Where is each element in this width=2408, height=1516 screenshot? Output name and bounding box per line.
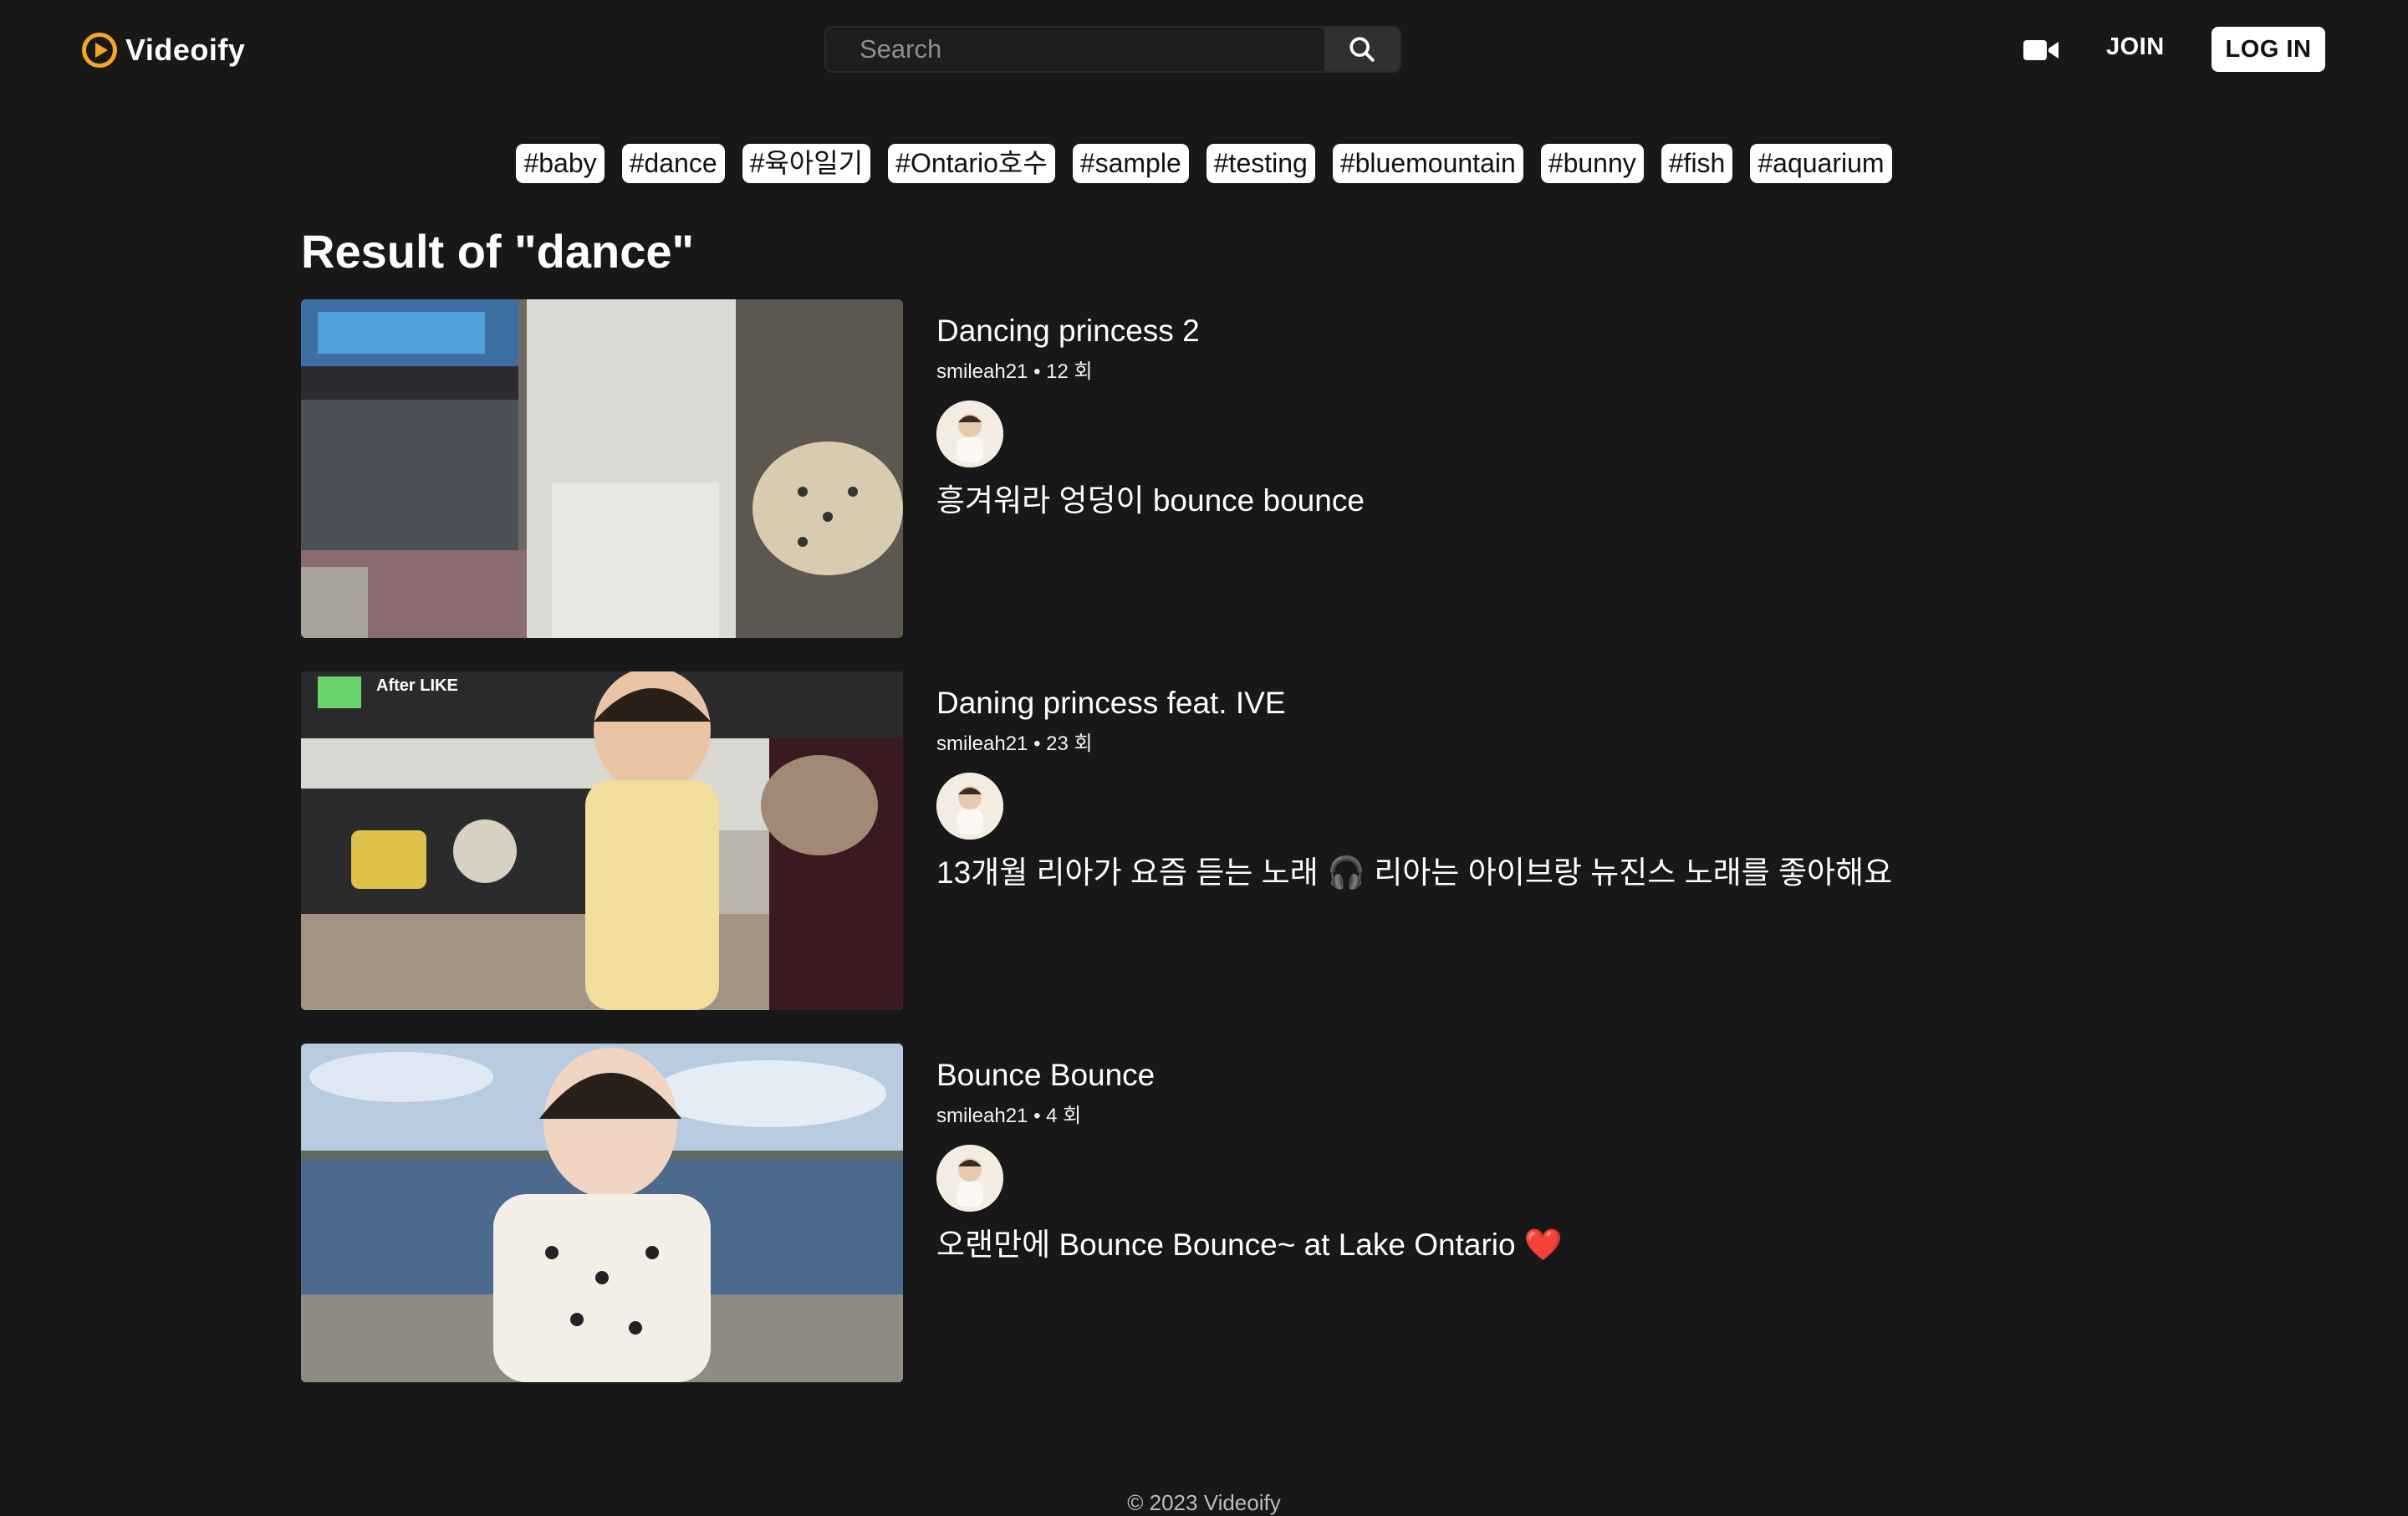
top-header: Videoify JOIN LOG IN xyxy=(0,0,2408,100)
avatar[interactable] xyxy=(936,773,1003,840)
play-circle-icon xyxy=(82,33,117,68)
video-thumbnail[interactable] xyxy=(301,299,903,638)
hashtag-chip[interactable]: #bunny xyxy=(1540,144,1644,183)
video-list: Dancing princess 2 smileah21 • 12 회 흥겨워라… xyxy=(301,299,2140,1416)
video-title[interactable]: Daning princess feat. IVE xyxy=(936,685,1892,722)
video-info: Bounce Bounce smileah21 • 4 회 오랜만에 Bounc… xyxy=(936,1057,1563,1263)
video-card: Dancing princess 2 smileah21 • 12 회 흥겨워라… xyxy=(301,299,2140,638)
video-card: Bounce Bounce smileah21 • 4 회 오랜만에 Bounc… xyxy=(301,1044,2140,1382)
search-input[interactable] xyxy=(826,28,1324,71)
join-link[interactable]: JOIN xyxy=(2106,33,2165,61)
video-info: Daning princess feat. IVE smileah21 • 23… xyxy=(936,685,1892,891)
hashtag-chip[interactable]: #sample xyxy=(1072,144,1189,183)
hashtag-chip[interactable]: #dance xyxy=(621,144,725,183)
video-info: Dancing princess 2 smileah21 • 12 회 흥겨워라… xyxy=(936,313,1365,519)
search-button[interactable] xyxy=(1324,28,1400,71)
video-title[interactable]: Dancing princess 2 xyxy=(936,313,1365,350)
video-description: 흥겨워라 엉덩이 bounce bounce xyxy=(936,483,1365,518)
video-description: 13개월 리아가 요즘 듣는 노래 🎧 리아는 아이브랑 뉴진스 노래를 좋아해… xyxy=(936,855,1893,890)
footer-copyright: © 2023 Videoify xyxy=(1127,1490,1281,1515)
hashtag-chip[interactable]: #Ontario호수 xyxy=(888,144,1055,183)
page-title: Result of "dance" xyxy=(301,225,695,278)
video-thumbnail[interactable] xyxy=(301,1044,903,1382)
search-icon xyxy=(1349,37,1375,62)
video-title[interactable]: Bounce Bounce xyxy=(936,1057,1563,1094)
logo[interactable]: Videoify xyxy=(82,30,245,70)
hashtag-list: #baby #dance #육아일기 #Ontario호수 #sample #t… xyxy=(0,144,2408,184)
video-card: After LIKE Daning princess feat. IVE smi… xyxy=(301,671,2140,1010)
video-thumbnail[interactable]: After LIKE xyxy=(301,671,903,1010)
video-meta: smileah21 • 23 회 xyxy=(936,732,1093,755)
avatar[interactable] xyxy=(936,401,1003,467)
video-meta: smileah21 • 4 회 xyxy=(936,1105,1082,1127)
hashtag-chip[interactable]: #aquarium xyxy=(1750,144,1892,183)
video-camera-icon[interactable] xyxy=(2023,38,2060,62)
search-form xyxy=(824,26,1401,73)
thumbnail-overlay-text: After LIKE xyxy=(376,676,458,695)
video-description: 오랜만에 Bounce Bounce~ at Lake Ontario ❤️ xyxy=(936,1228,1563,1262)
hashtag-chip[interactable]: #baby xyxy=(516,144,605,183)
hashtag-chip[interactable]: #fish xyxy=(1661,144,1733,183)
login-button[interactable]: LOG IN xyxy=(2212,27,2325,72)
hashtag-chip[interactable]: #testing xyxy=(1206,144,1315,183)
hashtag-chip[interactable]: #bluemountain xyxy=(1332,144,1523,183)
avatar[interactable] xyxy=(936,1145,1003,1212)
hashtag-chip[interactable]: #육아일기 xyxy=(742,144,871,183)
logo-text: Videoify xyxy=(125,33,246,67)
video-meta: smileah21 • 12 회 xyxy=(936,360,1093,383)
